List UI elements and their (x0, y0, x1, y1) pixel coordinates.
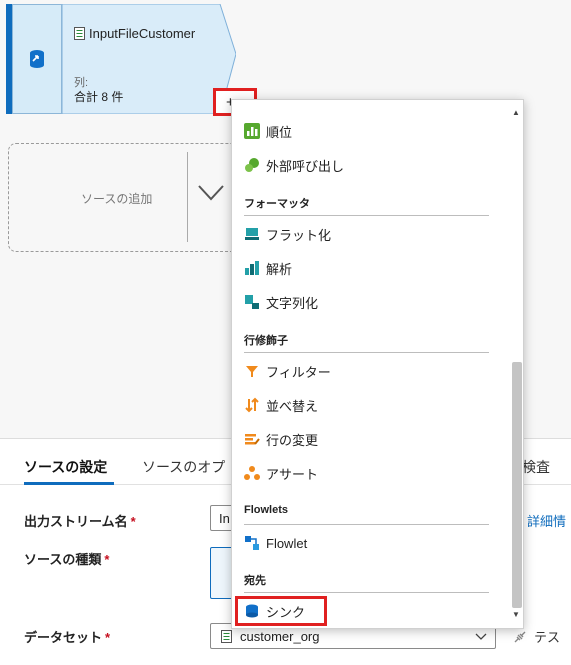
menu-divider (244, 215, 489, 216)
menu-item-filter[interactable]: フィルター (244, 358, 331, 384)
menu-item-assert[interactable]: アサート (244, 460, 318, 486)
node-title-text: InputFileCustomer (89, 26, 196, 41)
menu-item-stringify[interactable]: 文字列化 (244, 289, 318, 315)
dataset-label: データセット * (24, 630, 111, 645)
source-icon (12, 4, 62, 114)
sort-icon (245, 397, 259, 413)
columns-count: 合計 8 件 (74, 90, 124, 104)
node-title: InputFileCustomer (74, 26, 195, 41)
output-stream-label: 出力ストリーム名 * (24, 514, 136, 529)
menu-divider (244, 524, 489, 525)
flatten-icon (245, 228, 259, 240)
menu-scrollbar-thumb[interactable] (512, 362, 522, 608)
chevron-down-icon[interactable] (197, 184, 225, 202)
menu-item-parse[interactable]: 解析 (244, 255, 292, 281)
alter-row-icon (245, 434, 260, 445)
source-type-label: ソースの種類 * (24, 552, 110, 567)
source-node-body[interactable]: InputFileCustomer 列: 合計 8 件 (62, 4, 236, 114)
add-source-divider (187, 152, 188, 242)
menu-item-sort[interactable]: 並べ替え (244, 392, 318, 418)
scroll-down-arrow-icon[interactable]: ▼ (512, 610, 520, 619)
test-connection-button[interactable]: テス (512, 627, 560, 646)
menu-group-flowlets: Flowlets (244, 504, 289, 516)
add-source-box[interactable]: ソースの追加 (8, 143, 248, 252)
menu-divider (244, 592, 489, 593)
details-link[interactable]: 詳細情 (527, 511, 566, 530)
menu-item-rank[interactable]: 順位 (244, 118, 292, 144)
external-call-icon (245, 158, 259, 172)
transformation-menu[interactable]: 順位 外部呼び出し フォーマッタ フラット化 解析 文字列化 行修飾子 フィルタ… (231, 99, 524, 629)
menu-divider (244, 352, 489, 353)
dataset-value: customer_org (240, 628, 320, 644)
add-source-label: ソースの追加 (81, 192, 153, 206)
rank-icon (244, 123, 260, 139)
parse-icon (245, 261, 259, 275)
stringify-icon (245, 295, 259, 309)
dataset-file-icon (74, 27, 85, 40)
menu-group-row-modifiers: 行修飾子 (244, 335, 288, 347)
active-tab-indicator (24, 482, 114, 485)
source-node[interactable]: InputFileCustomer 列: 合計 8 件 (6, 4, 236, 114)
scroll-up-arrow-icon[interactable]: ▲ (512, 108, 520, 117)
plug-icon (514, 631, 526, 642)
tab-inspect[interactable]: 検査 (522, 457, 550, 477)
filter-icon (246, 366, 258, 377)
menu-item-external-call[interactable]: 外部呼び出し (244, 152, 344, 178)
chevron-down-icon[interactable] (475, 633, 487, 641)
menu-item-flowlet[interactable]: Flowlet (244, 530, 307, 556)
sink-highlight-box (235, 596, 327, 626)
test-connection-label: テス (534, 630, 561, 645)
tab-source-settings[interactable]: ソースの設定 (24, 457, 107, 477)
menu-item-alter-row[interactable]: 行の変更 (244, 426, 318, 452)
menu-group-destination: 宛先 (244, 575, 266, 587)
tab-source-options[interactable]: ソースのオプ (142, 457, 225, 477)
menu-group-formatters: フォーマッタ (244, 198, 310, 210)
flowlet-icon (245, 536, 259, 550)
menu-item-flatten[interactable]: フラット化 (244, 221, 331, 247)
assert-icon (244, 466, 260, 480)
dataset-file-icon (221, 629, 232, 643)
